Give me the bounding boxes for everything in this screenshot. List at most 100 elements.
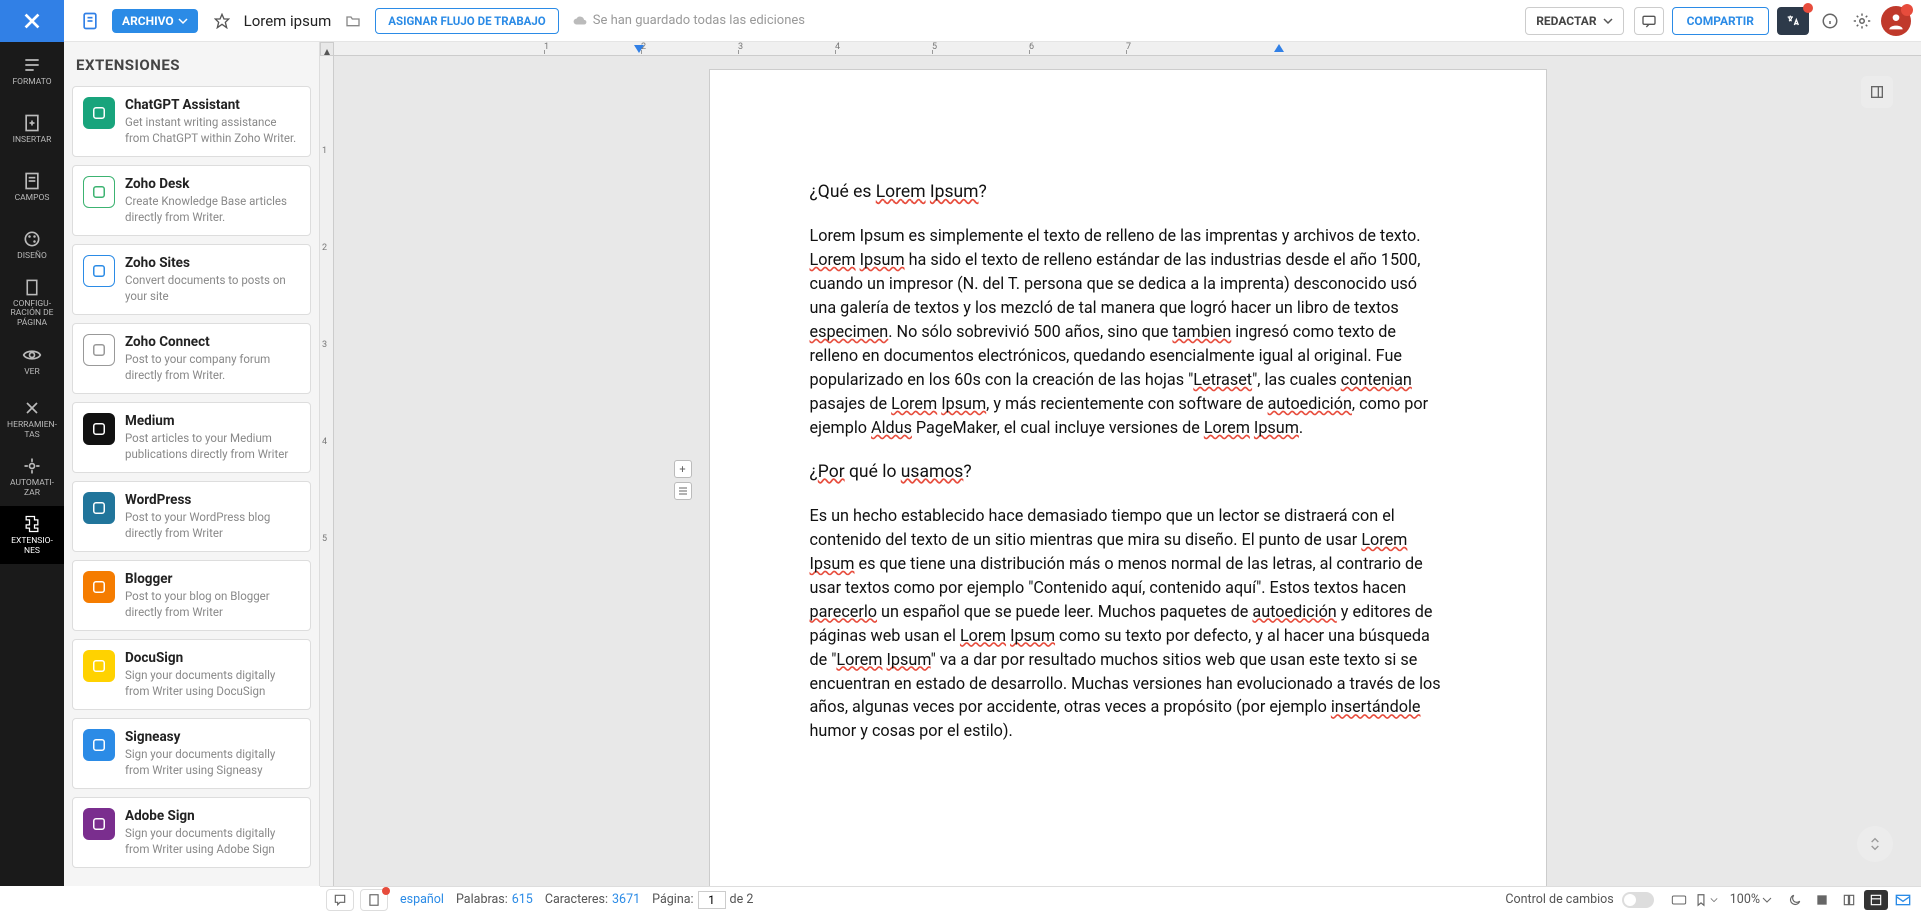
ruler-tick: 4 [835, 42, 840, 52]
extension-card-5[interactable]: WordPress Post to your WordPress blog dir… [72, 481, 311, 552]
extension-icon [83, 334, 115, 366]
comments-button[interactable] [326, 889, 354, 911]
chars-label: Caracteres: [545, 892, 608, 907]
extension-desc: Post articles to your Medium publication… [125, 431, 300, 462]
extensions-panel: EXTENSIONES ChatGPT AssistantGet instant… [64, 42, 320, 886]
language-label[interactable]: español [400, 892, 444, 907]
heading-1[interactable]: ¿Qué es Lorem Ipsum? [810, 182, 1446, 202]
view-mode-3[interactable] [1864, 890, 1888, 910]
page-input[interactable] [698, 891, 726, 909]
extension-desc: Sign your documents digitally from Write… [125, 668, 300, 699]
rail-extensiones[interactable]: EXTENSIO- NES [0, 506, 64, 564]
rail-label: INSERTAR [13, 136, 52, 145]
extension-desc: Convert documents to posts on your site [125, 273, 300, 304]
ruler-vtick: 5 [322, 534, 327, 544]
page[interactable]: + ¿Qué es Lorem Ipsum? Lorem Ipsum es si… [710, 70, 1546, 886]
chevron-down-icon [178, 16, 188, 26]
rail-ver[interactable]: VER [0, 332, 64, 390]
rail-config-pagina[interactable]: CONFIGU- RACIÓN DE PÁGINA [0, 274, 64, 332]
rail-label: AUTOMATI- ZAR [10, 479, 54, 498]
translate-button[interactable] [1777, 7, 1809, 35]
extension-card-4[interactable]: Medium Post articles to your Medium publi… [72, 402, 311, 473]
rail-formato[interactable]: FORMATO [0, 42, 64, 100]
panel-toggle-button[interactable] [1861, 76, 1893, 108]
rail-label: HERRAMIEN- TAS [7, 421, 57, 440]
horizontal-ruler[interactable]: 1234567 [334, 42, 1921, 56]
paragraph-2[interactable]: Es un hecho establecido hace demasiado t… [810, 504, 1446, 744]
rail-diseno[interactable]: DISEÑO [0, 216, 64, 274]
ruler-tick: 1 [544, 42, 549, 52]
insert-above-button[interactable]: + [674, 460, 692, 478]
bookmark-dropdown[interactable] [1694, 890, 1718, 910]
view-mode-2[interactable] [1837, 890, 1861, 910]
extension-card-6[interactable]: BloggerPost to your blog on Blogger dire… [72, 560, 311, 631]
extension-icon [83, 650, 115, 682]
extension-card-1[interactable]: Zoho DeskCreate Knowledge Base articles … [72, 165, 311, 236]
page-label: Página: [652, 892, 693, 907]
avatar-badge [1901, 4, 1913, 16]
info-button[interactable] [1817, 8, 1843, 34]
extension-card-9[interactable]: Adobe Sign Sign your documents digitally … [72, 797, 311, 868]
track-changes-toggle[interactable] [1622, 892, 1654, 908]
extension-title: WordPress [125, 492, 300, 508]
rail-label: VER [24, 368, 39, 377]
extension-card-2[interactable]: Zoho Sites Convert documents to posts on … [72, 244, 311, 315]
view-mode-1[interactable] [1810, 890, 1834, 910]
outline-button[interactable] [674, 482, 692, 500]
extension-card-3[interactable]: Zoho ConnectPost to your company forum d… [72, 323, 311, 394]
comment-panel-button[interactable] [1634, 7, 1664, 35]
extension-desc: Create Knowledge Base articles directly … [125, 194, 300, 225]
extension-icon [83, 97, 115, 129]
mail-button[interactable] [1891, 890, 1915, 910]
extension-title: Medium [125, 413, 300, 429]
rail-label: CAMPOS [15, 194, 50, 203]
heading-2[interactable]: ¿Por qué lo usamos? [810, 462, 1446, 482]
rail-campos[interactable]: CAMPOS [0, 158, 64, 216]
folder-button[interactable] [341, 9, 365, 33]
save-status-label: Se han guardado todas las ediciones [593, 13, 805, 28]
document-canvas[interactable]: + ¿Qué es Lorem Ipsum? Lorem Ipsum es si… [334, 56, 1921, 886]
extension-card-0[interactable]: ChatGPT AssistantGet instant writing ass… [72, 86, 311, 157]
extension-title: Zoho Sites [125, 255, 300, 271]
redactar-button[interactable]: REDACTAR [1525, 7, 1623, 35]
extension-card-8[interactable]: SigneasySign your documents digitally fr… [72, 718, 311, 789]
doc-type-icon[interactable] [76, 7, 104, 35]
vertical-ruler[interactable]: 12345 [320, 56, 334, 886]
extension-desc: Get instant writing assistance from Chat… [125, 115, 300, 146]
rail-insertar[interactable]: INSERTAR [0, 100, 64, 158]
rail-automatizar[interactable]: AUTOMATI- ZAR [0, 448, 64, 506]
share-button[interactable]: COMPARTIR [1672, 7, 1769, 35]
notification-dot [1803, 3, 1813, 13]
zoom-value[interactable]: 100% [1730, 892, 1760, 907]
spelling-button[interactable] [360, 889, 388, 911]
cloud-icon [573, 14, 587, 28]
theme-button[interactable] [1783, 890, 1807, 910]
extension-desc: Post to your WordPress blog directly fro… [125, 510, 300, 541]
ruler-tick: 5 [932, 42, 937, 52]
keyboard-button[interactable] [1667, 890, 1691, 910]
extension-icon [83, 413, 115, 445]
extension-icon [83, 176, 115, 208]
rail-label: FORMATO [12, 78, 51, 87]
extension-card-7[interactable]: DocuSignSign your documents digitally fr… [72, 639, 311, 710]
document-title[interactable]: Lorem ipsum [244, 12, 332, 30]
paragraph-1[interactable]: Lorem Ipsum es simplemente el texto de r… [810, 224, 1446, 440]
scroll-hint-button[interactable] [1857, 826, 1893, 862]
indent-end-marker[interactable] [1274, 44, 1284, 52]
extension-title: Adobe Sign [125, 808, 300, 824]
extension-desc: Post to your company forum directly from… [125, 352, 300, 383]
assign-workflow-button[interactable]: ASIGNAR FLUJO DE TRABAJO [375, 8, 558, 34]
favorite-button[interactable] [210, 9, 234, 33]
statusbar: español Palabras: 615 Caracteres: 3671 P… [320, 886, 1921, 912]
chevron-down-icon[interactable] [1762, 895, 1772, 905]
extensions-header: EXTENSIONES [64, 42, 319, 86]
rail-herramientas[interactable]: HERRAMIEN- TAS [0, 390, 64, 448]
archivo-menu[interactable]: ARCHIVO [112, 9, 198, 33]
user-avatar[interactable] [1881, 6, 1911, 36]
app-logo[interactable] [0, 0, 64, 42]
ruler-vtick: 1 [322, 146, 327, 156]
ruler-vtick: 2 [322, 243, 327, 253]
settings-button[interactable] [1849, 8, 1875, 34]
extension-desc: Sign your documents digitally from Write… [125, 826, 300, 857]
ruler-vtick: 4 [322, 437, 327, 447]
